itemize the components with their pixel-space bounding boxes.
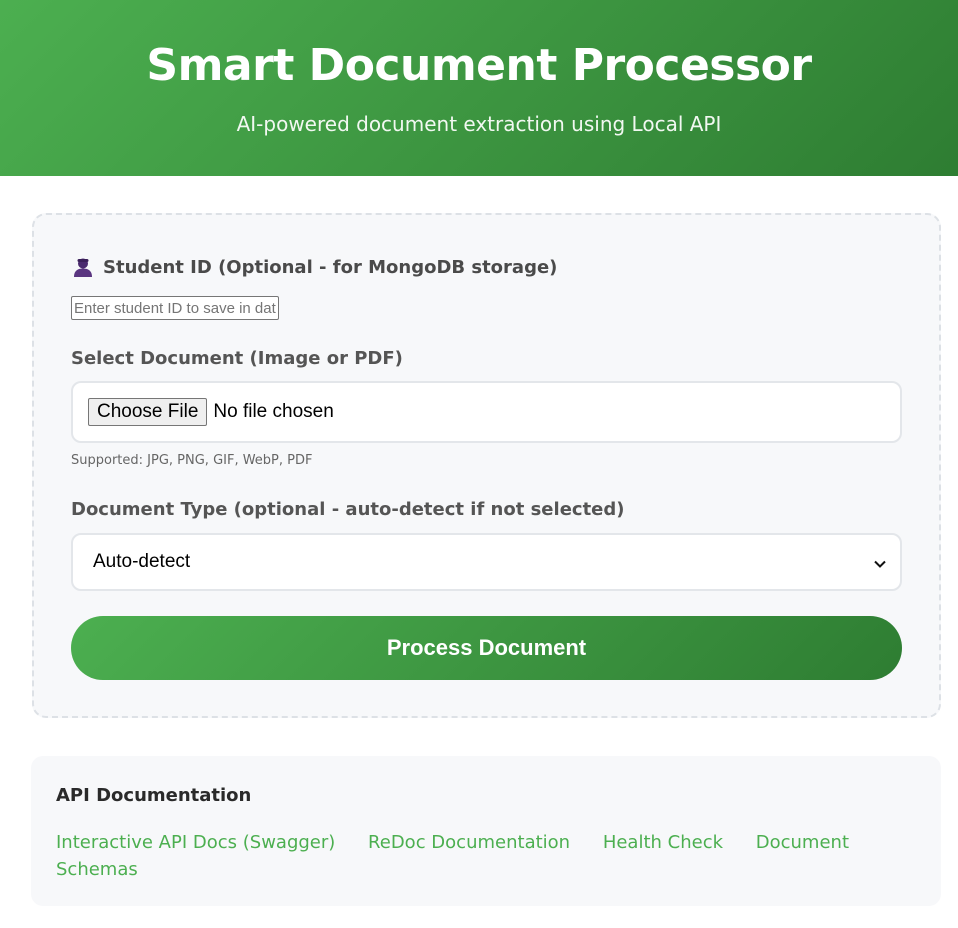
upload-form-card: Student ID (Optional - for MongoDB stora… [32,213,941,718]
redoc-docs-link[interactable]: ReDoc Documentation [368,832,570,853]
student-id-label-row: Student ID (Optional - for MongoDB stora… [72,256,557,278]
chevron-down-icon [874,553,886,572]
file-status-text: No file chosen [213,401,334,422]
process-document-button[interactable]: Process Document [71,616,902,680]
student-id-input[interactable] [71,296,279,320]
student-id-label: Student ID (Optional - for MongoDB stora… [103,256,558,278]
document-label: Select Document (Image or PDF) [71,348,403,369]
document-type-selected-value: Auto-detect [93,551,191,572]
person-icon [72,256,94,278]
document-type-label: Document Type (optional - auto-detect if… [71,499,625,520]
swagger-docs-link[interactable]: Interactive API Docs (Swagger) [56,832,335,853]
health-check-link[interactable]: Health Check [603,832,723,853]
supported-formats-hint: Supported: JPG, PNG, GIF, WebP, PDF [71,453,313,468]
api-docs-title: API Documentation [56,785,252,806]
page-subtitle: AI-powered document extraction using Loc… [236,112,722,136]
api-docs-links: Interactive API Docs (Swagger) ReDoc Doc… [56,829,876,883]
file-input[interactable]: Choose File No file chosen [71,381,902,443]
choose-file-button[interactable]: Choose File [88,398,208,426]
document-type-select[interactable]: Auto-detect [71,533,902,591]
page-header: Smart Document Processor AI-powered docu… [0,0,958,176]
page-title: Smart Document Processor [146,40,812,91]
api-documentation-card: API Documentation Interactive API Docs (… [31,756,941,906]
